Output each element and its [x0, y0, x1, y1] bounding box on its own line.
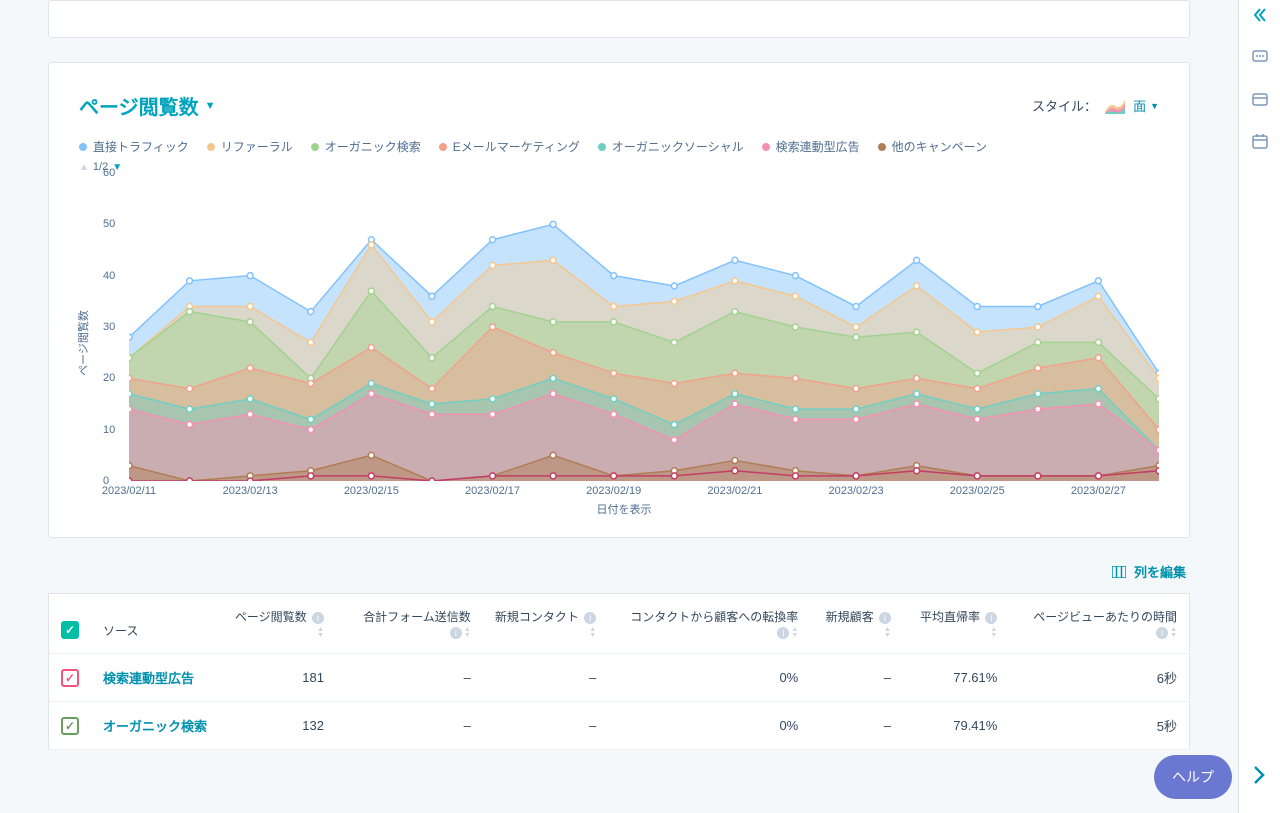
sort-icon[interactable]: ▲▼ [589, 627, 596, 639]
legend-item[interactable]: リファーラル [207, 138, 293, 155]
legend-item[interactable]: Eメールマーケティング [439, 138, 580, 155]
col-header[interactable]: 平均直帰率 i▲▼ [903, 594, 1009, 654]
help-button[interactable]: ヘルプ [1154, 755, 1232, 799]
edit-columns-button[interactable]: 列を編集 [52, 562, 1186, 581]
pager-prev-icon[interactable]: ▲ [79, 162, 89, 173]
collapse-icon[interactable] [1251, 6, 1269, 24]
select-all-checkbox[interactable] [61, 621, 79, 639]
sort-icon[interactable]: ▲▼ [1170, 627, 1177, 639]
col-header[interactable]: ページ閲覧数 i▲▼ [221, 594, 336, 654]
calendar-icon[interactable] [1251, 132, 1269, 150]
row-checkbox[interactable] [61, 717, 79, 735]
col-header[interactable]: 合計フォーム送信数 i▲▼ [336, 594, 483, 654]
side-rail [1238, 0, 1280, 813]
table-row: オーガニック検索 132––0%–79.41%5秒 [49, 702, 1190, 750]
sort-icon[interactable]: ▲▼ [884, 627, 891, 639]
next-arrow[interactable] [1252, 765, 1266, 785]
col-header: ソース [91, 594, 221, 654]
style-label: スタイル： [1032, 96, 1097, 115]
chart-area: ページ閲覧数 0102030405060 2023/02/112023/02/1… [89, 173, 1159, 513]
source-link[interactable]: オーガニック検索 [103, 719, 207, 734]
columns-icon [1112, 566, 1126, 578]
chart-title: ページ閲覧数 [79, 91, 199, 120]
info-icon[interactable]: i [879, 612, 891, 624]
col-header [49, 594, 92, 654]
sort-icon[interactable]: ▲▼ [791, 627, 798, 639]
legend-item[interactable]: オーガニックソーシャル [598, 138, 744, 155]
info-icon[interactable]: i [777, 627, 789, 639]
chart-card: ページ閲覧数 ▼ スタイル： 面 ▼ 直接トラフィック リファーラル オーガニック検… [48, 62, 1190, 538]
legend-pager[interactable]: ▲ 1/2 ▼ [79, 161, 1159, 173]
chat-icon[interactable] [1251, 48, 1269, 66]
source-link[interactable]: 検索連動型広告 [103, 671, 194, 686]
info-icon[interactable]: i [985, 612, 997, 624]
legend-item[interactable]: オーガニック検索 [311, 138, 421, 155]
window-icon[interactable] [1251, 90, 1269, 108]
x-axis-label: 日付を表示 [89, 501, 1159, 517]
info-icon[interactable]: i [584, 612, 596, 624]
sort-icon[interactable]: ▲▼ [990, 627, 997, 639]
legend-item[interactable]: 直接トラフィック [79, 138, 189, 155]
table-row: 検索連動型広告 181––0%–77.61%6秒 [49, 654, 1190, 702]
style-select[interactable]: 面 ▼ [1133, 96, 1159, 115]
legend: 直接トラフィック リファーラル オーガニック検索 Eメールマーケティング オーガニックソ… [79, 138, 1159, 155]
legend-item[interactable]: 検索連動型広告 [762, 138, 860, 155]
top-card [48, 0, 1190, 38]
sort-icon[interactable]: ▲▼ [464, 627, 471, 639]
chevron-down-icon: ▼ [1150, 101, 1159, 111]
data-table: ソースページ閲覧数 i▲▼合計フォーム送信数 i▲▼新規コンタクト i▲▼コンタ… [48, 593, 1190, 750]
y-axis-label: ページ閲覧数 [75, 310, 91, 376]
info-icon[interactable]: i [1156, 627, 1168, 639]
info-icon[interactable]: i [450, 627, 462, 639]
col-header[interactable]: 新規コンタクト i▲▼ [483, 594, 608, 654]
col-header[interactable]: コンタクトから顧客への転換率 i▲▼ [608, 594, 810, 654]
sort-icon[interactable]: ▲▼ [317, 627, 324, 639]
info-icon[interactable]: i [312, 612, 324, 624]
chevron-down-icon: ▼ [205, 100, 216, 112]
chart-title-dropdown[interactable]: ページ閲覧数 ▼ [79, 91, 216, 120]
col-header[interactable]: 新規顧客 i▲▼ [810, 594, 903, 654]
row-checkbox[interactable] [61, 669, 79, 687]
chart-type-icon [1105, 98, 1125, 114]
col-header[interactable]: ページビューあたりの時間 i▲▼ [1009, 594, 1189, 654]
legend-item[interactable]: 他のキャンペーン [878, 138, 987, 155]
